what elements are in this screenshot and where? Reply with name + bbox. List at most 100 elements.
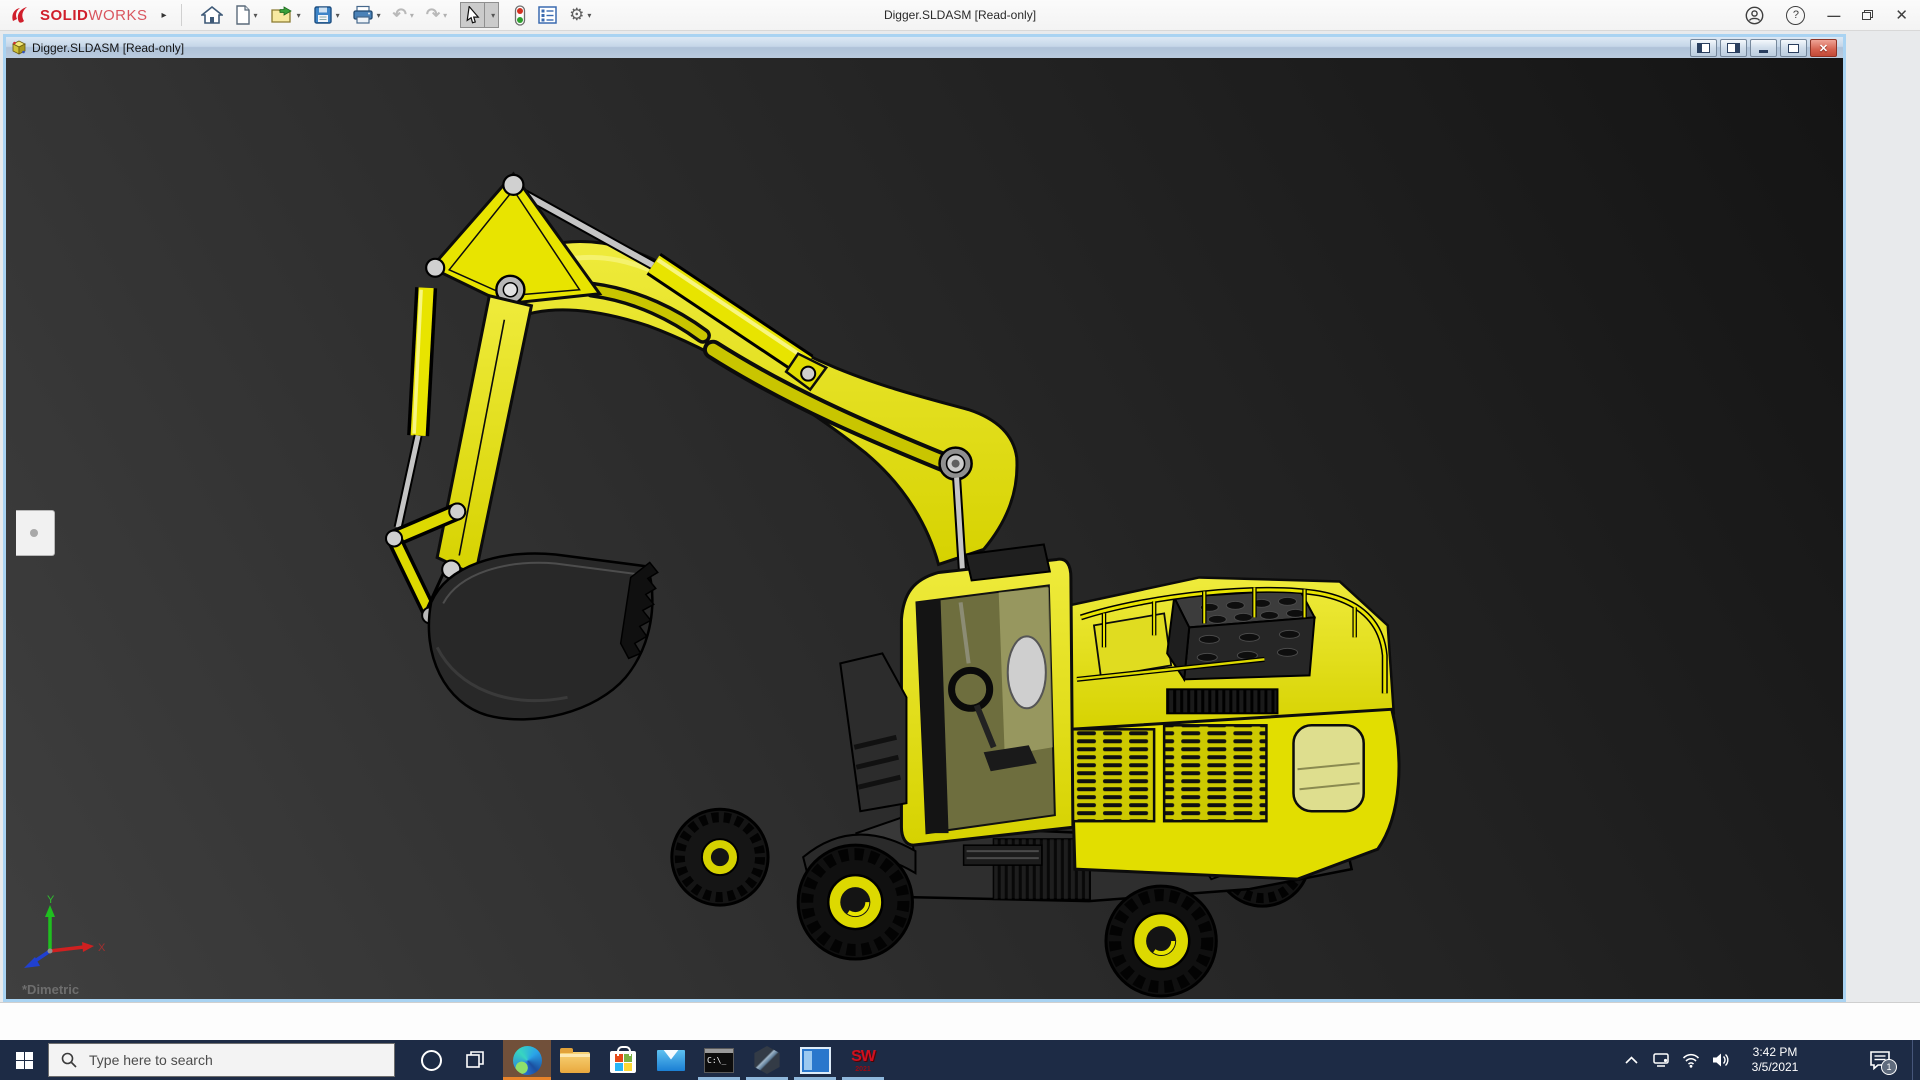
- blue-window-app-icon: [799, 1046, 831, 1074]
- redo-icon: ↷: [425, 5, 441, 24]
- bucket: [427, 552, 659, 721]
- cab: [899, 543, 1075, 866]
- document-window: Digger.SLDASM [Read-only] ✕ Y X *Dimetri…: [3, 34, 1846, 1002]
- taskbar-app-terminal[interactable]: C:\_: [695, 1040, 743, 1080]
- edge-icon: [512, 1045, 542, 1075]
- taskbar-app-mail[interactable]: [647, 1040, 695, 1080]
- solidworks-logo-icon: [12, 7, 27, 23]
- document-window-buttons: ✕: [1690, 39, 1837, 57]
- minimize-button[interactable]: —: [1827, 9, 1840, 22]
- tray-volume-button[interactable]: [1706, 1040, 1736, 1080]
- solidworks-logo: SOLIDWORKS: [10, 5, 148, 25]
- open-button[interactable]: ▾: [267, 1, 304, 29]
- tray-device-button[interactable]: [1646, 1040, 1676, 1080]
- close-button[interactable]: ✕: [1895, 8, 1908, 23]
- redo-button[interactable]: ↷ ▾: [423, 1, 450, 29]
- show-desktop-button[interactable]: [1912, 1040, 1920, 1080]
- monitor-icon: [1653, 1053, 1669, 1067]
- app-title: Digger.SLDASM [Read-only]: [883, 8, 1037, 22]
- hexagon-app-icon: [754, 1046, 780, 1074]
- print-dropdown[interactable]: ▾: [377, 11, 381, 20]
- new-document-icon: [235, 5, 250, 25]
- graphics-viewport[interactable]: Y X *Dimetric: [6, 58, 1843, 999]
- feature-tree-collapsed-tab[interactable]: [16, 510, 55, 556]
- mail-icon: [657, 1049, 685, 1071]
- save-button[interactable]: ▾: [310, 1, 343, 29]
- taskbar-app-media[interactable]: [791, 1040, 839, 1080]
- doc-pane-left-button[interactable]: [1690, 39, 1717, 57]
- taskbar-app-hexagon[interactable]: [743, 1040, 791, 1080]
- traffic-light-icon: [515, 4, 526, 26]
- undo-dropdown[interactable]: ▾: [410, 11, 414, 20]
- undo-button[interactable]: ↶ ▾: [390, 1, 417, 29]
- windows-logo-icon: [15, 1051, 33, 1069]
- home-button[interactable]: [198, 1, 226, 29]
- select-tool-dropdown[interactable]: ▾: [485, 2, 500, 28]
- app-toolbar: SOLIDWORKS ▸ ▾ ▾ ▾ ▾ ↶ ▾ ↷ ▾ ▾ ⚙ ▾ Digge…: [0, 0, 1920, 31]
- rebuild-button[interactable]: [511, 1, 529, 29]
- system-tray: 3:42 PM 3/5/2021 1: [1616, 1040, 1920, 1080]
- orientation-triad: Y X: [24, 894, 106, 968]
- menu-flyout-icon[interactable]: ▸: [162, 10, 167, 21]
- task-view-icon: [466, 1051, 484, 1068]
- search-input[interactable]: [87, 1051, 361, 1069]
- open-dropdown[interactable]: ▾: [297, 11, 301, 20]
- new-document-dropdown[interactable]: ▾: [254, 11, 258, 20]
- undo-icon: ↶: [392, 5, 407, 24]
- redo-dropdown[interactable]: ▾: [443, 11, 447, 20]
- status-bar: [0, 1002, 1920, 1041]
- assembly-icon: [12, 40, 26, 55]
- doc-pane-right-button[interactable]: [1720, 39, 1747, 57]
- command-prompt-icon: C:\_: [704, 1047, 734, 1073]
- solidworks-logo-text: SOLIDWORKS: [40, 6, 148, 24]
- start-button[interactable]: [0, 1040, 48, 1080]
- options-button[interactable]: ⚙ ▾: [566, 1, 594, 29]
- doc-restore-button[interactable]: [1780, 39, 1807, 57]
- open-folder-icon: [270, 6, 292, 23]
- speaker-icon: [1713, 1053, 1729, 1067]
- gear-icon: ⚙: [569, 5, 585, 24]
- notification-badge: 1: [1881, 1059, 1897, 1075]
- tray-chevron-button[interactable]: [1616, 1040, 1646, 1080]
- window-controls: ? — ✕: [1745, 0, 1908, 30]
- home-icon: [200, 5, 223, 24]
- evaluate-button[interactable]: [535, 1, 560, 29]
- view-orientation-label: *Dimetric: [22, 982, 80, 997]
- restore-button[interactable]: [1862, 10, 1874, 20]
- document-titlebar[interactable]: Digger.SLDASM [Read-only] ✕: [6, 37, 1843, 59]
- document-title: Digger.SLDASM [Read-only]: [32, 40, 185, 55]
- taskbar: C:\_ SW 2021: [0, 1040, 1920, 1080]
- desktop: SOLIDWORKS ▸ ▾ ▾ ▾ ▾ ↶ ▾ ↷ ▾ ▾ ⚙ ▾ Digge…: [0, 0, 1920, 1080]
- new-document-button[interactable]: ▾: [232, 1, 261, 29]
- taskbar-app-solidworks[interactable]: SW 2021: [839, 1040, 887, 1080]
- select-tool-button[interactable]: [460, 2, 486, 28]
- print-icon: [352, 5, 373, 24]
- wifi-icon: [1682, 1053, 1700, 1068]
- save-icon: [313, 6, 332, 24]
- account-icon[interactable]: [1745, 6, 1764, 25]
- cortana-button[interactable]: [409, 1040, 453, 1080]
- print-button[interactable]: ▾: [349, 1, 384, 29]
- doc-close-button[interactable]: ✕: [1810, 39, 1837, 57]
- triad-x-label: X: [98, 942, 106, 954]
- taskbar-search[interactable]: [48, 1043, 395, 1077]
- help-icon[interactable]: ?: [1786, 5, 1806, 25]
- options-dropdown[interactable]: ▾: [587, 11, 591, 20]
- taskbar-app-file-explorer[interactable]: [551, 1040, 599, 1080]
- task-view-button[interactable]: [453, 1040, 497, 1080]
- taskbar-app-edge[interactable]: [503, 1040, 551, 1080]
- taskbar-app-store[interactable]: [599, 1040, 647, 1080]
- cortana-icon: [420, 1049, 442, 1071]
- taskbar-clock[interactable]: 3:42 PM 3/5/2021: [1744, 1045, 1806, 1075]
- action-center-button[interactable]: 1: [1860, 1040, 1900, 1080]
- save-dropdown[interactable]: ▾: [336, 11, 340, 20]
- excavator-model: [385, 171, 1401, 998]
- tray-network-button[interactable]: [1676, 1040, 1706, 1080]
- clock-time: 3:42 PM: [1752, 1045, 1798, 1059]
- toolbar-separator: [180, 4, 182, 26]
- triad-y-label: Y: [47, 894, 55, 906]
- file-explorer-icon: [560, 1048, 590, 1073]
- clock-date: 3/5/2021: [1751, 1060, 1799, 1074]
- doc-minimize-button[interactable]: [1750, 39, 1777, 57]
- fenders: [802, 652, 917, 879]
